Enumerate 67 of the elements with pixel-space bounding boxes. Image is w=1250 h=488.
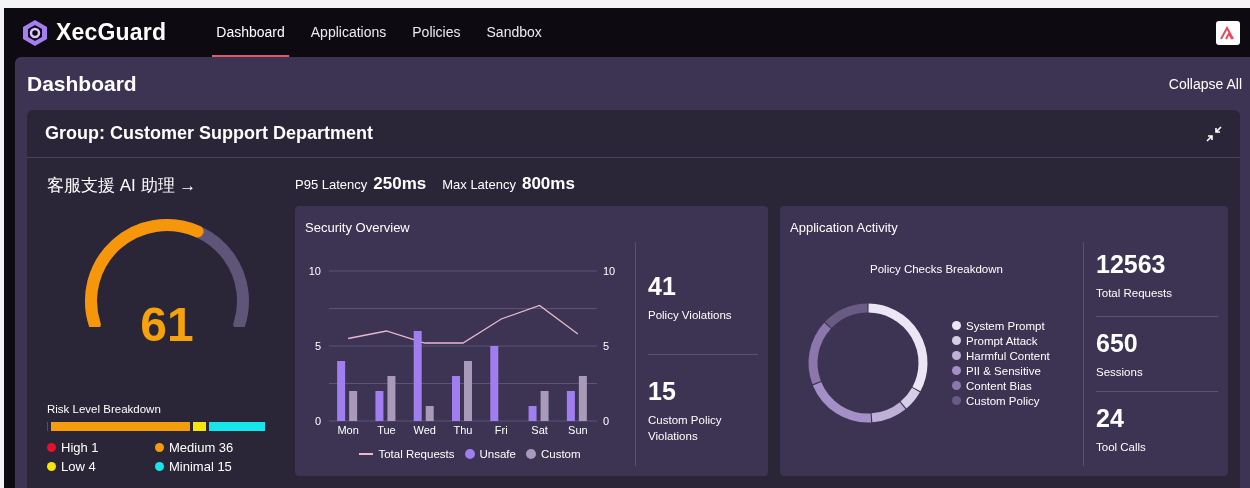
collapse-all-button[interactable]: Collapse All [1168,76,1242,92]
stat-value: 650 [1096,329,1139,358]
panel-title: Security Overview [305,220,411,235]
app-icon[interactable] [1216,20,1240,45]
stat-label: Tool Calls [1096,440,1147,455]
axis-label: Thu [453,424,473,436]
legend-label: Harmful Content [966,349,1050,362]
stat-value: 41 [648,272,677,302]
axis-tick: 5 [603,340,610,352]
bar [375,391,384,421]
panel-title: Application Activity [790,220,899,235]
bar [425,406,434,421]
bar [464,361,472,421]
brand-name: XecGuard [56,19,167,46]
latency-label: Max Latency [442,177,516,192]
app-link[interactable]: 客服支援 AI 助理 → [47,174,287,197]
axis-label: Sat [531,424,548,436]
stat-label: Custom Policy Violations [648,412,723,444]
axis-label: Sun [568,424,588,436]
axis-tick: 0 [314,415,321,427]
risk-score: 61 [139,297,195,352]
bar [337,361,346,421]
axis-label: Mon [337,424,359,436]
latency-label: P95 Latency [295,177,368,192]
stat-value: 24 [1096,404,1125,433]
nav-tab[interactable]: Sandbox [482,8,546,57]
bar [387,376,396,421]
nav-tab[interactable]: Policies [408,8,465,57]
legend-label: Unsafe [479,448,516,460]
nav-tab[interactable]: Applications [306,8,391,57]
axis-tick: 10 [603,265,616,277]
bar [540,391,549,421]
stat-label: Total Requests [1096,286,1174,301]
logo-icon [20,17,50,48]
chart-title: Policy Checks Breakdown [869,263,1004,275]
stat-label: Sessions [1096,365,1144,380]
legend-label: System Prompt [966,319,1045,332]
stat-value: 15 [648,376,677,406]
legend-label: Low 4 [61,459,96,474]
legend-label: Total Requests [378,448,455,460]
axis-label: Tue [377,424,396,436]
latency-value: 250ms [373,174,427,194]
legend-label: Custom Policy [966,394,1040,407]
axis-tick: 10 [308,265,321,277]
axis-tick: 5 [314,340,321,352]
legend-label: Prompt Attack [966,334,1038,347]
latency-value: 800ms [521,174,575,194]
axis-tick: 0 [603,415,610,427]
legend-label: High 1 [61,440,99,455]
bar [578,376,587,421]
legend-label: PII & Sensitive [966,364,1041,377]
collapse-icon[interactable] [1206,125,1222,142]
legend-label: Content Bias [966,379,1032,392]
bar [566,391,575,421]
bar [349,391,358,421]
page-title: Dashboard [27,72,137,96]
stat-value: 12563 [1096,250,1167,279]
legend-label: Minimal 15 [169,459,232,474]
risk-title: Risk Level Breakdown [47,403,162,415]
bar [452,376,460,421]
axis-label: Fri [494,424,508,436]
group-title: Group: Customer Support Department [45,123,373,144]
axis-label: Wed [413,424,436,436]
legend-label: Custom [540,448,581,460]
legend-label: Medium 36 [169,440,234,455]
stat-label: Policy Violations [648,308,733,324]
bar [528,406,537,421]
